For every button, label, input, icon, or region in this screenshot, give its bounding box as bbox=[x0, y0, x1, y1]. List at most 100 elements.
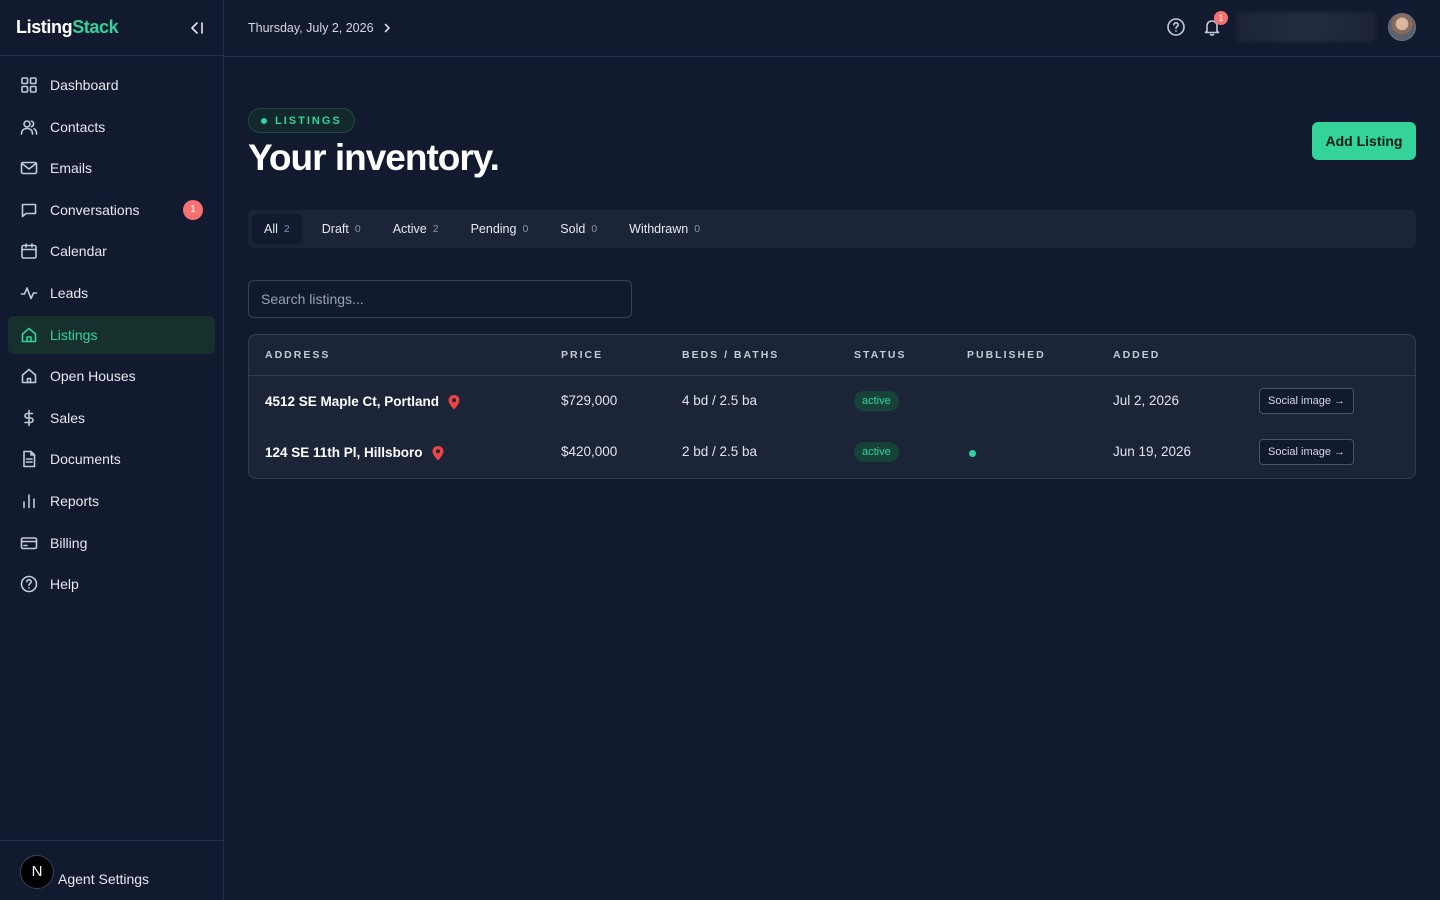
sidebar-item-calendar[interactable]: Calendar bbox=[8, 232, 215, 270]
status-badge: active bbox=[854, 391, 899, 411]
message-icon bbox=[20, 201, 38, 219]
grid-icon bbox=[20, 76, 38, 94]
sidebar-footer: N Agent Settings bbox=[0, 840, 223, 900]
sidebar-item-listings[interactable]: Listings bbox=[8, 315, 215, 354]
sidebar-item-label: Calendar bbox=[50, 243, 107, 260]
sidebar-item-emails[interactable]: Emails bbox=[8, 149, 215, 187]
tab-label: Sold bbox=[560, 222, 586, 236]
sidebar-item-reports[interactable]: Reports bbox=[8, 482, 215, 520]
sidebar-nav: Dashboard Contacts Emails Conversations … bbox=[0, 56, 223, 603]
sidebar-item-contacts[interactable]: Contacts bbox=[8, 108, 215, 146]
map-pin-icon[interactable] bbox=[447, 394, 461, 410]
bar-chart-icon bbox=[20, 492, 38, 510]
app-logo[interactable]: ListingStack bbox=[16, 17, 119, 38]
sidebar-item-open-houses[interactable]: Open Houses bbox=[8, 357, 215, 395]
search-input[interactable] bbox=[248, 280, 632, 318]
home-icon bbox=[20, 326, 38, 344]
map-pin-icon[interactable] bbox=[431, 445, 445, 461]
topbar-actions: 1 bbox=[1164, 11, 1416, 42]
sidebar-item-label: Contacts bbox=[50, 118, 106, 135]
tab-count: 2 bbox=[432, 223, 439, 235]
social-image-button[interactable]: Social image → bbox=[1259, 388, 1355, 414]
listing-address[interactable]: 4512 SE Maple Ct, Portland bbox=[265, 394, 439, 409]
section-tag: LISTINGS bbox=[248, 108, 355, 133]
sidebar-item-sales[interactable]: Sales bbox=[8, 399, 215, 437]
column-header-status[interactable]: STATUS bbox=[854, 349, 906, 361]
tab-label: Pending bbox=[470, 222, 517, 236]
social-image-button[interactable]: Social image → bbox=[1259, 439, 1355, 465]
sidebar-item-billing[interactable]: Billing bbox=[8, 524, 215, 562]
collapse-sidebar-icon[interactable] bbox=[187, 18, 207, 38]
address-cell: 4512 SE Maple Ct, Portland bbox=[265, 393, 461, 410]
house-icon bbox=[20, 367, 38, 385]
sidebar-item-leads[interactable]: Leads bbox=[8, 274, 215, 312]
sidebar-item-label: Listings bbox=[50, 326, 98, 343]
added-date-cell: Jun 19, 2026 bbox=[1113, 444, 1192, 459]
users-icon bbox=[20, 118, 38, 136]
user-avatar[interactable] bbox=[1388, 13, 1416, 41]
sidebar-item-conversations[interactable]: Conversations 1 bbox=[8, 191, 215, 229]
table-row[interactable]: 124 SE 11th Pl, Hillsboro $420,000 2 bd … bbox=[249, 427, 1415, 478]
sidebar-item-label: Help bbox=[50, 576, 79, 593]
user-name-redacted[interactable] bbox=[1236, 12, 1376, 42]
column-header-beds-baths[interactable]: BEDS / BATHS bbox=[682, 349, 779, 361]
added-date-cell: Jul 2, 2026 bbox=[1113, 393, 1180, 408]
dollar-icon bbox=[20, 409, 38, 427]
tab-count: 0 bbox=[591, 223, 598, 235]
logo-main: Listing bbox=[16, 17, 73, 37]
beds-baths-cell: 4 bd / 2.5 ba bbox=[682, 393, 758, 408]
price-cell: $420,000 bbox=[561, 444, 618, 459]
tab-sold[interactable]: Sold 0 bbox=[548, 214, 609, 244]
agent-settings-link[interactable]: Agent Settings bbox=[58, 871, 149, 887]
sidebar-item-documents[interactable]: Documents bbox=[8, 440, 215, 478]
activity-icon bbox=[20, 284, 38, 302]
bell-icon[interactable]: 1 bbox=[1200, 11, 1228, 39]
calendar-icon bbox=[20, 242, 38, 260]
help-icon[interactable] bbox=[1164, 15, 1188, 39]
table-row[interactable]: 4512 SE Maple Ct, Portland $729,000 4 bd… bbox=[249, 376, 1415, 427]
tab-label: Active bbox=[392, 222, 427, 236]
sidebar-item-help[interactable]: Help bbox=[8, 565, 215, 603]
date-selector[interactable]: Thursday, July 2, 2026 bbox=[248, 21, 392, 35]
listing-address[interactable]: 124 SE 11th Pl, Hillsboro bbox=[265, 445, 423, 460]
listings-table: ADDRESS PRICE BEDS / BATHS STATUS PUBLIS… bbox=[248, 334, 1416, 479]
notification-badge: 1 bbox=[1214, 11, 1228, 25]
logo-accent: Stack bbox=[72, 17, 119, 37]
credit-card-icon bbox=[20, 534, 38, 552]
section-tag-label: LISTINGS bbox=[275, 114, 342, 127]
tab-label: Draft bbox=[321, 222, 349, 236]
brand-bar: ListingStack bbox=[0, 0, 223, 56]
tab-count: 0 bbox=[522, 223, 529, 235]
tab-draft[interactable]: Draft 0 bbox=[310, 214, 373, 244]
tab-label: Withdrawn bbox=[629, 222, 689, 236]
price-cell: $729,000 bbox=[561, 393, 618, 408]
tab-all[interactable]: All 2 bbox=[252, 214, 302, 244]
sidebar-item-dashboard[interactable]: Dashboard bbox=[8, 66, 215, 104]
table-header: ADDRESS PRICE BEDS / BATHS STATUS PUBLIS… bbox=[249, 335, 1415, 376]
add-listing-button[interactable]: Add Listing bbox=[1312, 122, 1416, 160]
tab-withdrawn[interactable]: Withdrawn 0 bbox=[617, 214, 712, 244]
sidebar-item-label: Dashboard bbox=[50, 77, 119, 93]
sidebar-item-label: Conversations bbox=[50, 201, 140, 218]
sidebar-item-label: Open Houses bbox=[50, 368, 136, 385]
published-indicator bbox=[969, 450, 976, 457]
sidebar-item-label: Emails bbox=[50, 160, 93, 177]
tag-dot bbox=[261, 117, 267, 124]
column-header-published[interactable]: PUBLISHED bbox=[967, 349, 1046, 361]
sidebar-item-label: Sales bbox=[50, 409, 86, 426]
column-header-price[interactable]: PRICE bbox=[561, 349, 603, 361]
tab-active[interactable]: Active 2 bbox=[381, 214, 451, 244]
current-date: Thursday, July 2, 2026 bbox=[248, 21, 374, 35]
agent-avatar[interactable]: N bbox=[20, 854, 54, 889]
status-tabs: All 2 Draft 0 Active 2 Pending 0 Sold 0 Withd… bbox=[248, 210, 1416, 248]
sidebar-item-label: Reports bbox=[50, 492, 100, 509]
address-cell: 124 SE 11th Pl, Hillsboro bbox=[265, 444, 445, 461]
tab-pending[interactable]: Pending 0 bbox=[459, 214, 541, 244]
tab-count: 0 bbox=[694, 223, 701, 235]
sidebar-item-label: Documents bbox=[50, 451, 121, 468]
tab-count: 2 bbox=[283, 223, 290, 235]
mail-icon bbox=[20, 159, 38, 177]
column-header-address[interactable]: ADDRESS bbox=[265, 349, 330, 361]
column-header-added[interactable]: ADDED bbox=[1113, 349, 1160, 361]
chevron-right-icon bbox=[384, 23, 390, 33]
